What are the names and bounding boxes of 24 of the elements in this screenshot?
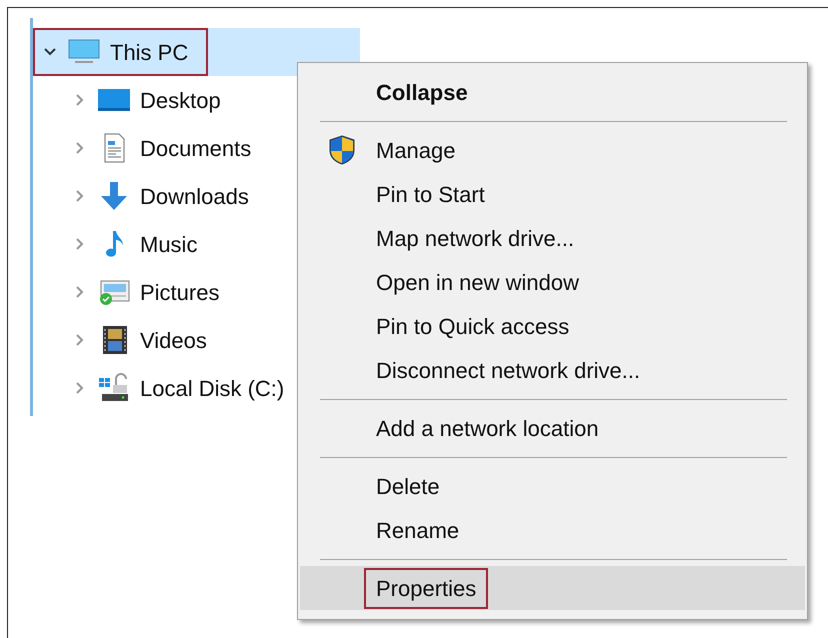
drive-icon: [97, 373, 131, 403]
menu-label: Disconnect network drive...: [375, 356, 642, 384]
tree-label: Local Disk (C:): [140, 374, 284, 402]
tree-item[interactable]: This PC: [33, 28, 360, 76]
menu-item[interactable]: Properties: [300, 566, 805, 610]
menu-label: Add a network location: [375, 414, 600, 442]
highlight-outline: Properties: [366, 570, 486, 606]
menu-label: Rename: [375, 516, 460, 544]
menu-item[interactable]: Rename: [300, 508, 805, 552]
menu-label: Collapse: [375, 78, 469, 107]
menu-label: Manage: [375, 136, 457, 165]
menu-label: Delete: [375, 472, 441, 500]
menu-label: Pin to Quick access: [375, 312, 570, 340]
tree-label: Documents: [140, 134, 252, 162]
tree-label: Pictures: [140, 278, 220, 306]
tree-label: Downloads: [140, 182, 249, 210]
tree-label: Videos: [140, 326, 207, 354]
menu-item[interactable]: Delete: [300, 464, 805, 508]
tree-label: Desktop: [140, 86, 221, 115]
menu-label: Map network drive...: [375, 224, 576, 253]
menu-label: Open in new window: [375, 268, 580, 297]
tree-label: Music: [140, 230, 198, 258]
menu-label: Pin to Start: [375, 180, 486, 208]
tree-label: This PC: [110, 38, 188, 66]
